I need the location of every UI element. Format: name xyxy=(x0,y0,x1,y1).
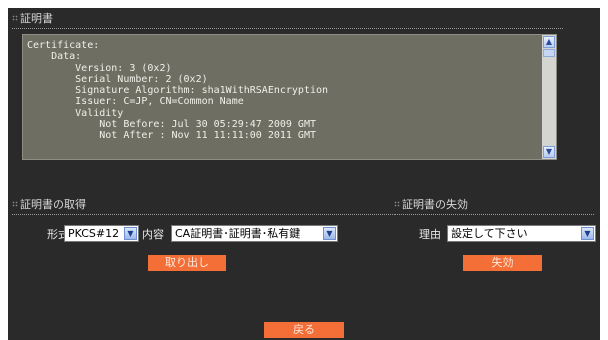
certificate-scrollbar[interactable]: ▲ ▼ xyxy=(542,35,556,159)
revoke-section-title: 証明書の失効 xyxy=(394,198,468,212)
certificate-text: Certificate: Data: Version: 3 (0x2) Seri… xyxy=(27,40,329,142)
divider xyxy=(12,28,563,29)
chevron-down-icon[interactable]: ▼ xyxy=(124,227,137,240)
divider xyxy=(394,214,594,215)
revoke-section-title-text: 証明書の失効 xyxy=(402,198,468,211)
bullet-icon xyxy=(394,201,400,207)
bullet-icon xyxy=(12,201,18,207)
certificate-section-title: 証明書 xyxy=(12,12,53,26)
revoke-button[interactable]: 失効 xyxy=(463,255,542,271)
content-value: CA証明書･証明書･私有鍵 xyxy=(175,227,301,240)
content-select[interactable]: CA証明書･証明書･私有鍵 ▼ xyxy=(171,225,338,242)
format-select[interactable]: PKCS#12 ▼ xyxy=(64,225,139,242)
certificate-page: 証明書 Certificate: Data: Version: 3 (0x2) … xyxy=(8,8,600,340)
back-button[interactable]: 戻る xyxy=(264,322,344,338)
chevron-down-icon[interactable]: ▼ xyxy=(543,146,555,158)
export-button[interactable]: 取り出し xyxy=(148,255,226,271)
content-label: 内容 xyxy=(142,228,164,241)
reason-value: 設定して下さい xyxy=(451,227,528,240)
divider xyxy=(12,214,395,215)
certificate-title-text: 証明書 xyxy=(20,12,53,25)
chevron-down-icon[interactable]: ▼ xyxy=(323,227,336,240)
chevron-up-icon[interactable]: ▲ xyxy=(543,36,555,48)
get-section-title: 証明書の取得 xyxy=(12,198,86,212)
get-section-title-text: 証明書の取得 xyxy=(20,198,86,211)
chevron-down-icon[interactable]: ▼ xyxy=(581,227,594,240)
certificate-text-area[interactable]: Certificate: Data: Version: 3 (0x2) Seri… xyxy=(22,34,557,160)
format-value: PKCS#12 xyxy=(68,227,120,240)
reason-select[interactable]: 設定して下さい ▼ xyxy=(447,225,596,242)
reason-label: 理由 xyxy=(419,228,441,241)
bullet-icon xyxy=(12,15,18,21)
scrollbar-thumb[interactable] xyxy=(543,49,555,57)
